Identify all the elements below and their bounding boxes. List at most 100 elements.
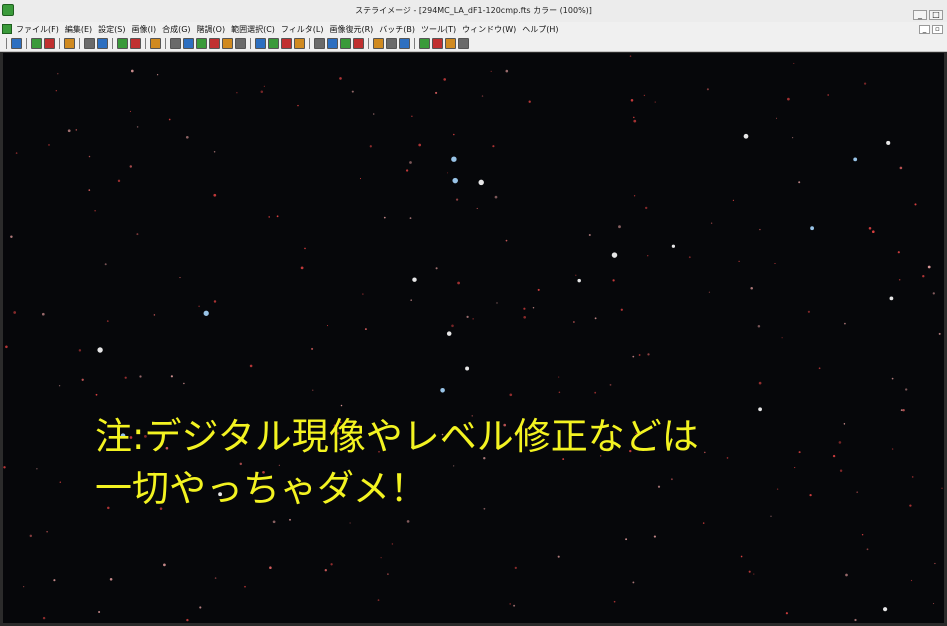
- minimize-button[interactable]: _: [913, 10, 927, 20]
- star: [891, 448, 894, 450]
- star: [447, 172, 449, 174]
- star: [750, 287, 753, 290]
- toolbar-separator: [6, 38, 7, 49]
- export-icon[interactable]: [64, 38, 75, 49]
- toolbar-separator: [309, 38, 310, 49]
- star: [557, 555, 560, 558]
- menu-settings[interactable]: 設定(S): [98, 24, 125, 35]
- star: [938, 332, 941, 335]
- info-icon[interactable]: [150, 38, 161, 49]
- star: [558, 391, 561, 394]
- menu-tools[interactable]: ツール(T): [421, 24, 456, 35]
- menu-file[interactable]: ファイル(F): [16, 24, 59, 35]
- align-icon[interactable]: [255, 38, 266, 49]
- mdi-minimize-button[interactable]: _: [919, 25, 930, 34]
- menu-selection[interactable]: 範囲選択(C): [231, 24, 275, 35]
- star: [124, 376, 127, 379]
- level-icon[interactable]: [170, 38, 181, 49]
- star: [775, 117, 778, 119]
- window-title: ステライメージ - [294MC_LA_dF1-120cmp.fts カラー (…: [355, 6, 592, 15]
- menu-tone[interactable]: 階調(O): [197, 24, 226, 35]
- star: [827, 94, 830, 96]
- star: [263, 85, 265, 87]
- menu-filter[interactable]: フィルタ(L): [281, 24, 324, 35]
- chart-icon[interactable]: [327, 38, 338, 49]
- star: [496, 302, 498, 304]
- crop-icon[interactable]: [399, 38, 410, 49]
- curve-icon[interactable]: [183, 38, 194, 49]
- star: [276, 215, 279, 218]
- print-setup-icon[interactable]: [97, 38, 108, 49]
- star: [58, 385, 61, 387]
- globe-icon[interactable]: [353, 38, 364, 49]
- star: [55, 90, 57, 92]
- star: [409, 161, 412, 164]
- paste-icon[interactable]: [130, 38, 141, 49]
- star: [109, 578, 113, 581]
- document-icon[interactable]: [2, 24, 12, 34]
- histogram-icon[interactable]: [209, 38, 220, 49]
- star: [117, 179, 121, 183]
- star: [494, 195, 498, 199]
- star: [868, 227, 872, 230]
- copy-icon[interactable]: [117, 38, 128, 49]
- open-icon[interactable]: [11, 38, 22, 49]
- star: [236, 92, 238, 94]
- star: [340, 404, 343, 407]
- star: [372, 113, 375, 115]
- restore-button[interactable]: □: [929, 10, 943, 20]
- star: [633, 119, 637, 123]
- grid-icon[interactable]: [268, 38, 279, 49]
- star: [638, 354, 641, 356]
- save-icon[interactable]: [31, 38, 42, 49]
- star: [311, 347, 314, 350]
- star: [710, 222, 713, 224]
- star: [629, 55, 632, 57]
- star: [163, 563, 166, 567]
- menu-edit[interactable]: 編集(E): [65, 24, 92, 35]
- menu-window[interactable]: ウィンドウ(W): [462, 24, 516, 35]
- star: [575, 274, 577, 276]
- star: [349, 522, 351, 524]
- menu-composite[interactable]: 合成(G): [162, 24, 190, 35]
- star: [643, 94, 646, 97]
- matrix-icon[interactable]: [432, 38, 443, 49]
- star: [889, 296, 894, 301]
- bars-icon[interactable]: [314, 38, 325, 49]
- toolbar-separator: [59, 38, 60, 49]
- star: [618, 225, 621, 229]
- stack-icon[interactable]: [281, 38, 292, 49]
- zoom-icon[interactable]: [373, 38, 384, 49]
- star: [98, 610, 101, 614]
- target-icon[interactable]: [458, 38, 469, 49]
- image-canvas[interactable]: 注:デジタル現像やレベル修正などは 一切やっちゃダメ！: [3, 53, 944, 623]
- star: [339, 77, 342, 80]
- gamma-icon[interactable]: [222, 38, 233, 49]
- save-as-icon[interactable]: [44, 38, 55, 49]
- star: [168, 118, 171, 121]
- frame-icon[interactable]: [235, 38, 246, 49]
- toolbar-separator: [79, 38, 80, 49]
- monitor-icon[interactable]: [340, 38, 351, 49]
- star: [708, 291, 711, 293]
- star: [383, 216, 386, 219]
- rotate-icon[interactable]: [386, 38, 397, 49]
- print-icon[interactable]: [84, 38, 95, 49]
- star: [88, 155, 91, 158]
- star: [854, 618, 857, 622]
- menu-help[interactable]: ヘルプ(H): [522, 24, 558, 35]
- compare-icon[interactable]: [419, 38, 430, 49]
- star: [523, 307, 526, 310]
- star-icon[interactable]: [294, 38, 305, 49]
- color-balance-icon[interactable]: [196, 38, 207, 49]
- star: [645, 206, 648, 210]
- star: [435, 267, 438, 270]
- menu-batch[interactable]: バッチ(B): [379, 24, 415, 35]
- menu-restore[interactable]: 画像復元(R): [329, 24, 373, 35]
- mdi-restore-button[interactable]: ▫: [932, 25, 943, 34]
- menu-image[interactable]: 画像(I): [131, 24, 156, 35]
- star: [646, 254, 649, 257]
- star: [688, 256, 691, 259]
- star: [260, 90, 264, 94]
- measure-icon[interactable]: [445, 38, 456, 49]
